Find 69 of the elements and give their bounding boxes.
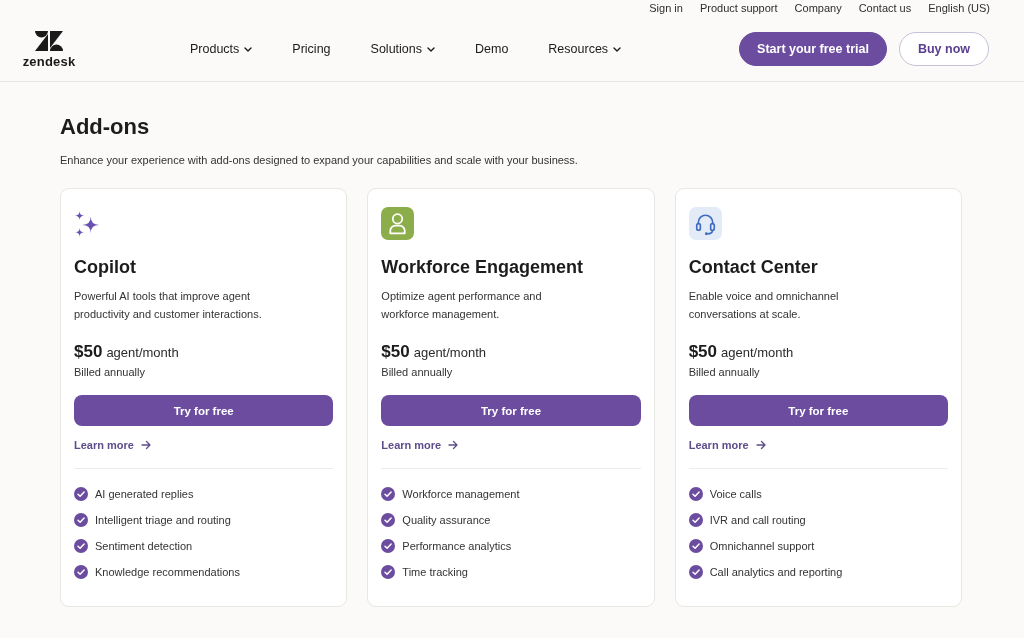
feature-text: Intelligent triage and routing (95, 513, 231, 528)
person-icon (381, 207, 415, 240)
caret-icon (427, 46, 435, 52)
billing-note: Billed annually (381, 365, 453, 379)
feature-text: IVR and call routing (709, 513, 806, 528)
trial-button[interactable]: Start your free trial (739, 32, 887, 66)
card-description: Enable voice and omnichannel conversations at scale. (688, 289, 840, 322)
price-unit: agent/month (106, 344, 179, 362)
price-unit: agent/month (721, 344, 794, 362)
price-amount: $50 (688, 341, 718, 363)
utility-link[interactable]: Contact us (858, 1, 912, 17)
card-description: Powerful AI tools that improve agent productivity and customer interactions. (74, 289, 263, 322)
utility-link[interactable]: Sign in (649, 1, 683, 17)
learn-more-link[interactable]: Learn more (74, 438, 151, 452)
buy-button[interactable]: Buy now (898, 32, 989, 66)
caret-icon (613, 46, 622, 52)
nav-link[interactable]: Pricing (292, 41, 331, 57)
utility-link[interactable]: Company (794, 1, 842, 17)
billing-note: Billed annually (688, 365, 760, 379)
billing-note: Billed annually (74, 365, 145, 379)
check-icon (688, 513, 703, 527)
section-title: Add-ons (60, 114, 151, 140)
check-icon (74, 513, 88, 527)
price-amount: $50 (74, 341, 103, 363)
logo-text[interactable]: zendesk (22, 54, 76, 68)
feature-text: Quality assurance (402, 513, 491, 528)
logo-icon[interactable] (35, 30, 63, 51)
try-button[interactable]: Try for free (688, 395, 948, 426)
card-title: Contact Center (688, 256, 818, 278)
arrow-right-icon (448, 440, 459, 450)
nav-link[interactable]: Solutions (370, 41, 435, 57)
check-icon (381, 539, 396, 553)
check-icon (381, 487, 396, 501)
utility-link[interactable]: Product support (699, 1, 778, 17)
utility-link[interactable]: English (US) (928, 1, 990, 17)
check-icon (74, 539, 88, 553)
card-title: Copilot (74, 256, 136, 278)
feature-text: Voice calls (709, 487, 762, 502)
headset-icon (688, 207, 722, 240)
feature-text: Workforce management (402, 487, 520, 502)
section-subtitle: Enhance your experience with add-ons designed to expand your capabilities and scale with your business. (60, 153, 579, 167)
caret-icon (244, 46, 253, 52)
arrow-right-icon (140, 440, 151, 450)
check-icon (381, 513, 396, 527)
price-amount: $50 (381, 341, 410, 363)
feature-text: Knowledge recommendations (95, 565, 240, 580)
feature-text: Sentiment detection (95, 539, 193, 554)
check-icon (74, 487, 88, 501)
card-description: Optimize agent performance and workforce management. (381, 289, 543, 322)
nav-link[interactable]: Resources (548, 41, 622, 57)
feature-text: AI generated replies (95, 487, 194, 502)
feature-text: Performance analytics (402, 539, 512, 554)
feature-text: Time tracking (402, 565, 468, 580)
arrow-right-icon (755, 440, 766, 450)
try-button[interactable]: Try for free (74, 395, 334, 426)
feature-text: Omnichannel support (709, 539, 815, 554)
check-icon (688, 539, 703, 553)
check-icon (688, 565, 703, 579)
check-icon (74, 565, 88, 579)
nav-link[interactable]: Products (190, 41, 253, 57)
card-title: Workforce Engagement (381, 256, 584, 278)
learn-more-link[interactable]: Learn more (688, 438, 766, 452)
learn-more-link[interactable]: Learn more (381, 438, 459, 452)
try-button[interactable]: Try for free (381, 395, 641, 426)
check-icon (381, 565, 396, 579)
price-unit: agent/month (413, 344, 486, 362)
check-icon (688, 487, 703, 501)
nav-link[interactable]: Demo (475, 41, 509, 57)
feature-text: Call analytics and reporting (709, 565, 843, 580)
